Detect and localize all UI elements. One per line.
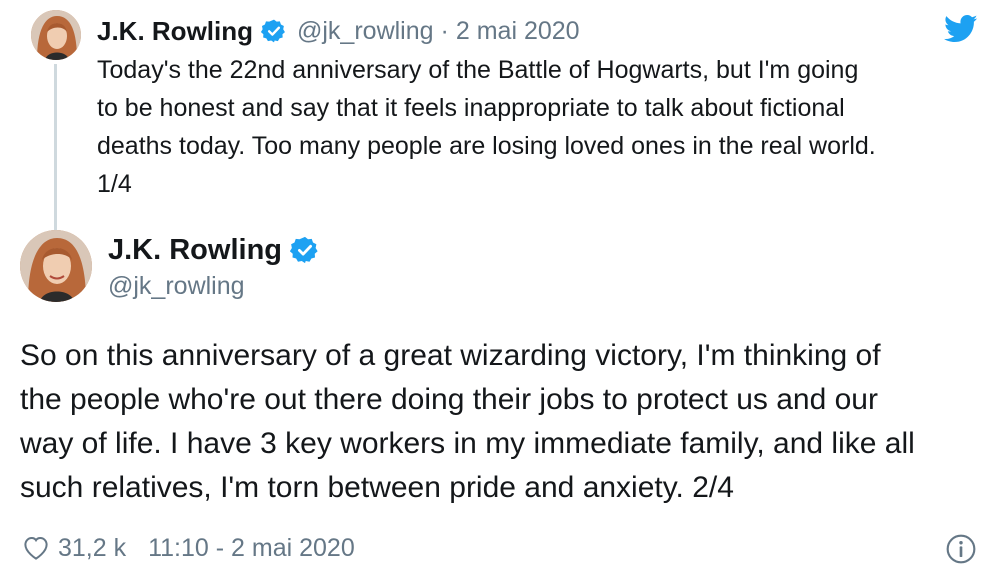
tweet-text-line: the people who're out there doing their … <box>20 383 878 416</box>
separator-dot: · <box>440 16 449 45</box>
tweet-text-line: Today's the 22nd anniversary of the Batt… <box>97 56 859 84</box>
avatar[interactable] <box>31 10 81 60</box>
tweet1-text: Today's the 22nd anniversary of the Batt… <box>97 51 982 203</box>
author-handle[interactable]: @jk_rowling <box>108 272 245 301</box>
tweet-text-line: to be honest and say that it feels inapp… <box>97 94 845 122</box>
tweet2-header: J.K. Rowling <box>108 230 320 270</box>
author-name[interactable]: J.K. Rowling <box>97 16 253 47</box>
tweet-timestamp[interactable]: 11:10 - 2 mai 2020 <box>148 534 355 563</box>
avatar[interactable] <box>20 230 92 302</box>
author-name[interactable]: J.K. Rowling <box>108 234 282 267</box>
tweet-date[interactable]: 2 mai 2020 <box>456 17 580 46</box>
verified-badge-icon <box>261 18 287 44</box>
like-count[interactable]: 31,2 k <box>58 534 126 563</box>
tweet-footer: 31,2 k 11:10 - 2 mai 2020 <box>20 530 355 566</box>
thread-connector-line <box>54 64 57 234</box>
tweet-text-line: way of life. I have 3 key workers in my … <box>20 427 915 460</box>
avatar-image <box>31 10 81 60</box>
tweet-text-line: deaths today. Too many people are losing… <box>97 132 876 160</box>
twitter-bird-icon[interactable] <box>944 14 978 44</box>
avatar-image <box>20 230 92 302</box>
author-handle[interactable]: @jk_rowling <box>297 17 434 46</box>
tweet-text-line: such relatives, I'm torn between pride a… <box>20 471 734 504</box>
tweet1-header: J.K. Rowling @jk_rowling · 2 mai 2020 <box>97 13 580 49</box>
tweet-text-line: 1/4 <box>97 170 132 198</box>
heart-icon[interactable] <box>20 533 52 563</box>
tweet-text-line: So on this anniversary of a great wizard… <box>20 339 881 372</box>
verified-badge-icon <box>290 235 320 265</box>
info-icon[interactable] <box>945 533 977 565</box>
tweet2-text: So on this anniversary of a great wizard… <box>20 334 985 510</box>
